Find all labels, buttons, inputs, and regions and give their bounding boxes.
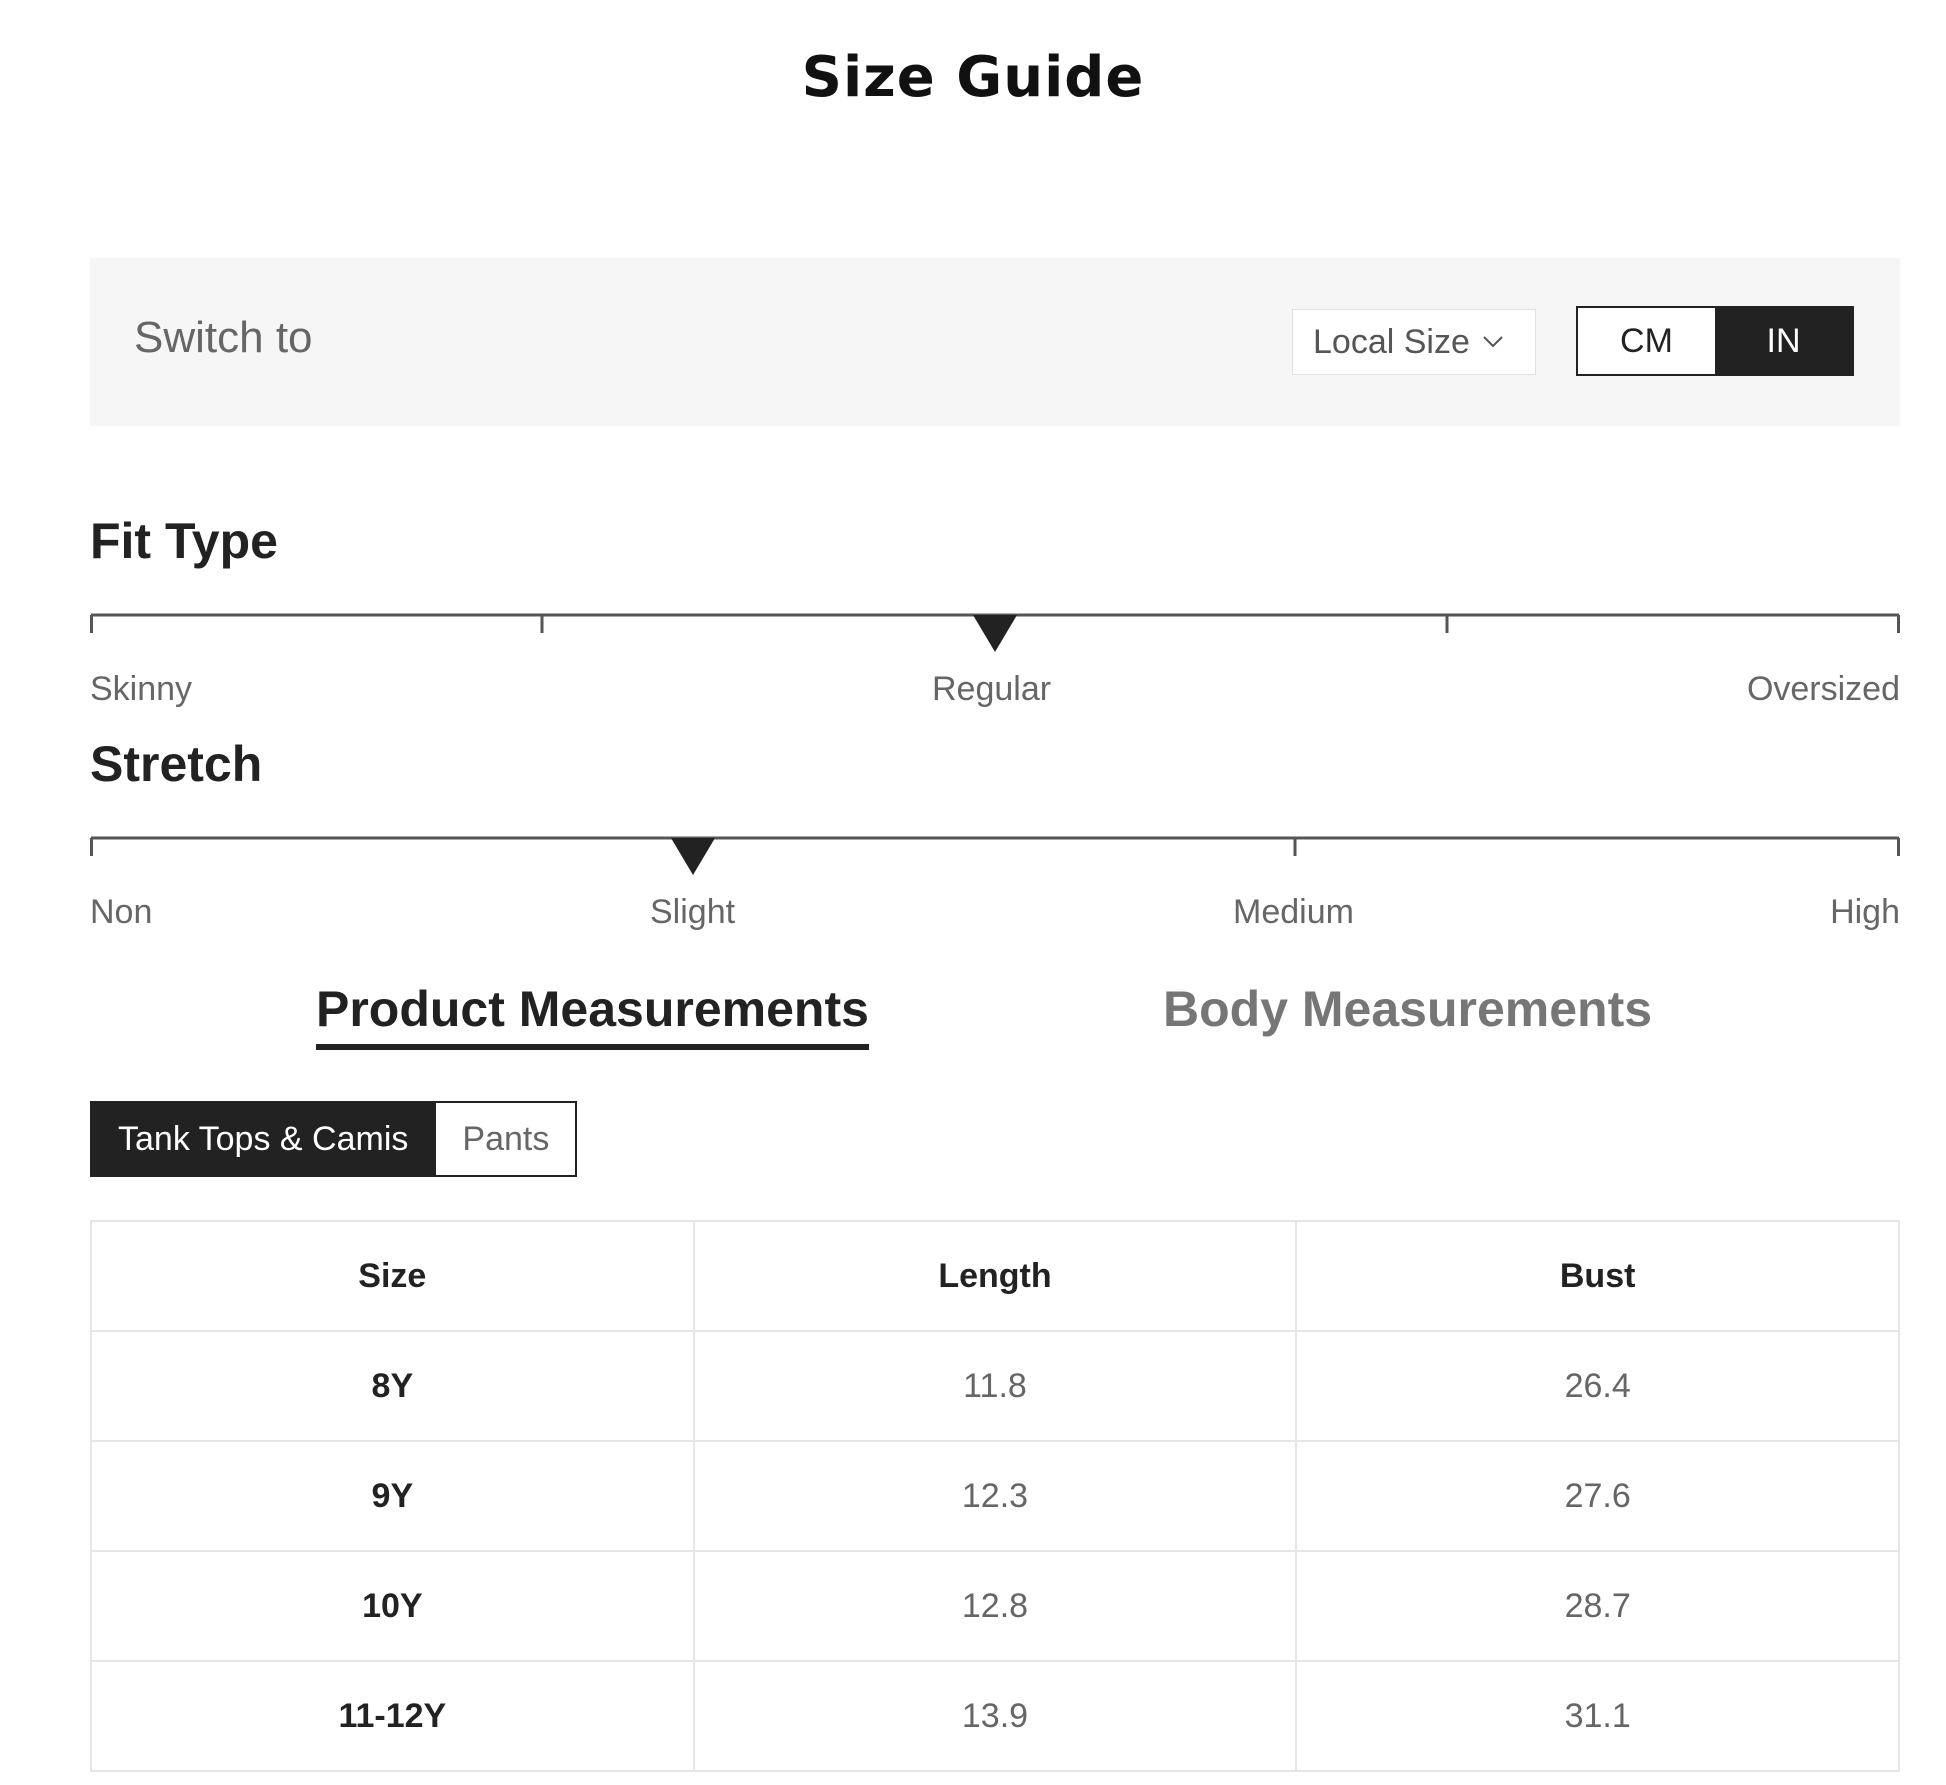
stretch-label-slight: Slight [650, 893, 736, 931]
table-row: 10Y 12.8 28.7 [90, 1550, 1900, 1662]
tab-body-measurements[interactable]: Body Measurements [1163, 980, 1652, 1038]
bust-cell: 26.4 [1295, 1330, 1900, 1442]
category-pants[interactable]: Pants [436, 1101, 578, 1177]
length-cell: 11.8 [692, 1330, 1298, 1442]
length-cell: 13.9 [692, 1660, 1298, 1772]
page-title: Size Guide [801, 45, 1145, 110]
length-cell: 12.3 [692, 1440, 1298, 1552]
fit-label-regular: Regular [932, 670, 1052, 708]
size-cell: 10Y [90, 1550, 695, 1662]
stretch-title: Stretch [90, 736, 263, 792]
local-size-dropdown[interactable]: Local Size [1292, 309, 1536, 375]
stretch-label-non: Non [90, 893, 153, 931]
bust-cell: 28.7 [1295, 1550, 1900, 1662]
table-row: 11-12Y 13.9 31.1 [90, 1660, 1900, 1772]
size-cell: 11-12Y [90, 1660, 695, 1772]
header-length: Length [692, 1220, 1298, 1332]
size-cell: 8Y [90, 1330, 695, 1442]
unit-cm-button[interactable]: CM [1578, 308, 1715, 374]
bust-cell: 27.6 [1295, 1440, 1900, 1552]
fit-label-skinny: Skinny [90, 670, 193, 708]
stretch-label-medium: Medium [1233, 893, 1354, 931]
unit-switch-bar: Switch to Local Size CM IN [90, 258, 1900, 426]
table-header-row: Size Length Bust [90, 1220, 1900, 1332]
stretch-label-high: High [1830, 893, 1900, 931]
tab-product-measurements[interactable]: Product Measurements [316, 980, 869, 1050]
local-size-value: Local Size [1313, 322, 1470, 361]
table-row: 9Y 12.3 27.6 [90, 1440, 1900, 1552]
switch-to-label: Switch to [134, 313, 313, 362]
stretch-indicator [671, 838, 715, 875]
table-row: 8Y 11.8 26.4 [90, 1330, 1900, 1442]
unit-in-button[interactable]: IN [1715, 308, 1852, 374]
chevron-down-icon [1483, 336, 1503, 348]
size-cell: 9Y [90, 1440, 695, 1552]
category-toggle: Tank Tops & Camis Pants [90, 1101, 578, 1177]
stretch-scale [90, 836, 1900, 875]
fit-type-indicator [973, 615, 1017, 652]
unit-toggle: CM IN [1576, 306, 1854, 376]
size-table: Size Length Bust 8Y 11.8 26.4 9Y 12.3 27… [90, 1220, 1900, 1772]
length-cell: 12.8 [692, 1550, 1298, 1662]
category-tank-tops-camis[interactable]: Tank Tops & Camis [90, 1101, 437, 1177]
bust-cell: 31.1 [1295, 1660, 1900, 1772]
fit-type-scale [90, 613, 1900, 652]
fit-type-title: Fit Type [90, 513, 278, 569]
header-bust: Bust [1295, 1220, 1900, 1332]
measurement-tabs: Product Measurements Body Measurements [90, 980, 1900, 1060]
header-size: Size [90, 1220, 695, 1332]
fit-label-oversized: Oversized [1746, 670, 1900, 708]
